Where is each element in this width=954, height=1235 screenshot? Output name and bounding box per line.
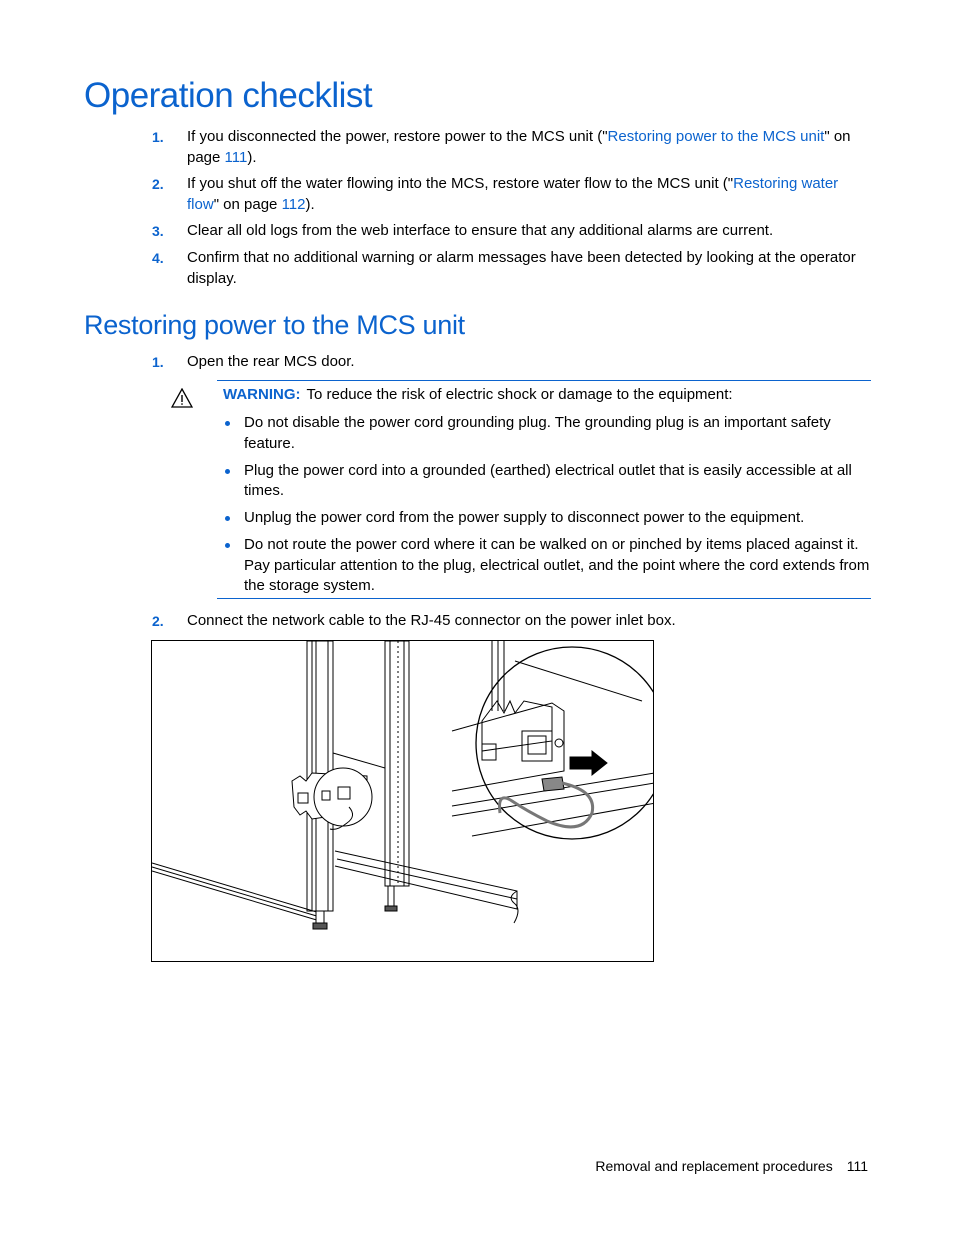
- warning-bullet-list: Do not disable the power cord grounding …: [223, 413, 871, 603]
- bullet-text: Plug the power cord into a grounded (ear…: [244, 461, 852, 500]
- step-text: Clear all old logs from the web interfac…: [187, 222, 774, 239]
- warning-bullet: Do not route the power cord where it can…: [223, 535, 871, 597]
- restore-step-1: 1. Open the rear MCS door.: [152, 352, 872, 373]
- page-footer: Removal and replacement procedures 111: [595, 1158, 868, 1174]
- step-text: Confirm that no additional warning or al…: [187, 249, 856, 287]
- step-number: 4.: [152, 250, 164, 266]
- warning-bullet: Plug the power cord into a grounded (ear…: [223, 461, 871, 502]
- step-text: ).: [305, 195, 315, 213]
- step-text: ).: [247, 148, 257, 166]
- step-number: 1.: [152, 129, 164, 145]
- bullet-icon: [225, 543, 230, 548]
- warning-label: WARNING:: [223, 386, 301, 403]
- warning-box: WARNING: To reduce the risk of electric s…: [217, 380, 871, 599]
- step-text: Connect the network cable to the RJ-45 c…: [187, 612, 676, 629]
- bullet-icon: [225, 468, 230, 474]
- section-title-restoring-power: Restoring power to the MCS unit: [84, 310, 465, 340]
- bullet-icon: [225, 516, 230, 521]
- bullet-text: Do not disable the power cord grounding …: [244, 414, 831, 452]
- rack-illustration: [152, 641, 653, 930]
- bullet-text: Unplug the power cord from the power sup…: [244, 509, 805, 526]
- checklist-step-1: 1. If you disconnected the power, restor…: [152, 127, 872, 168]
- warning-bullet: Do not disable the power cord grounding …: [223, 413, 871, 454]
- link-restoring-power[interactable]: Restoring power to the MCS unit: [608, 128, 825, 145]
- step-text: If you disconnected the power, restore p…: [187, 128, 608, 145]
- warning-triangle-icon: [171, 388, 193, 408]
- link-page-111[interactable]: 111: [225, 149, 248, 166]
- restore-step-2: 2. Connect the network cable to the RJ-4…: [152, 611, 872, 632]
- warning-bullet: Unplug the power cord from the power sup…: [223, 508, 871, 529]
- bullet-icon: [225, 421, 230, 426]
- step-number: 2.: [152, 613, 164, 629]
- checklist-step-4: 4. Confirm that no additional warning or…: [152, 248, 872, 289]
- rj45-connection-illustration: [151, 640, 654, 962]
- checklist-step-3: 3. Clear all old logs from the web inter…: [152, 221, 872, 242]
- step-number: 2.: [152, 176, 164, 192]
- step-text: Open the rear MCS door.: [187, 353, 355, 370]
- step-number: 3.: [152, 223, 164, 239]
- step-text: " on page: [213, 195, 282, 213]
- page-title-operation-checklist: Operation checklist: [84, 76, 373, 115]
- bullet-text: Do not route the power cord where it can…: [244, 536, 870, 594]
- warning-heading: WARNING: To reduce the risk of electric s…: [223, 386, 733, 403]
- footer-chapter: Removal and replacement procedures: [595, 1158, 833, 1174]
- footer-page-number: 111: [846, 1158, 868, 1174]
- step-text: If you shut off the water flowing into t…: [187, 175, 734, 192]
- checklist-step-2: 2. If you shut off the water flowing int…: [152, 174, 872, 215]
- warning-text: To reduce the risk of electric shock or …: [306, 386, 733, 403]
- link-page-112[interactable]: 112: [282, 196, 306, 213]
- step-number: 1.: [152, 354, 164, 370]
